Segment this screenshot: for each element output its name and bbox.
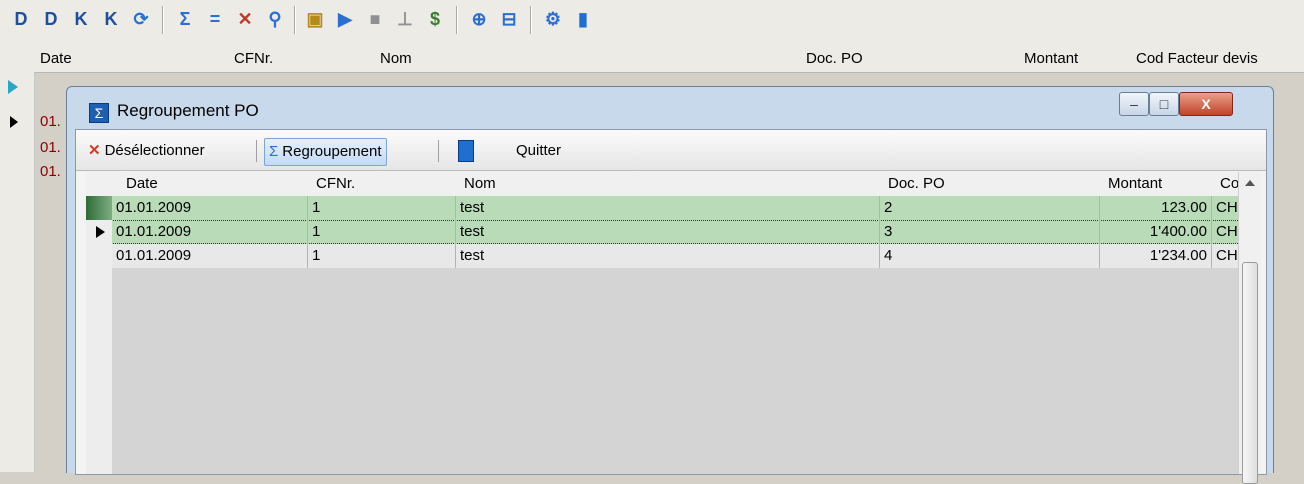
deselect-label: Désélectionner (104, 142, 205, 159)
cell-montant[interactable]: 123.00 (1100, 196, 1212, 220)
back-col-cod[interactable]: Cod Facteur devis (1136, 50, 1258, 67)
main-toolbar: D D K K ⟳ Σ = ✕ ⚲ ▣ ▶ ■ ⊥ $ ⊕ ⊟ ⚙ ▮ (0, 0, 1304, 46)
toolbar-separator (456, 6, 458, 34)
col-nom[interactable]: Nom (464, 175, 496, 192)
quit-button[interactable]: Quitter (516, 138, 561, 164)
col-doc[interactable]: Doc. PO (888, 175, 945, 192)
cell-doc[interactable]: 4 (880, 244, 1100, 268)
document-icon[interactable]: ■ (362, 7, 388, 31)
dialog-title: Regroupement PO (117, 101, 259, 120)
export-icon[interactable]: ▣ (302, 7, 328, 31)
table-row[interactable]: 01.01.2009 1 test 2 123.00 CHF (86, 196, 1248, 220)
exit-icon (458, 140, 474, 162)
regroupement-button[interactable]: Σ Regroupement (264, 138, 387, 166)
table-row[interactable]: 01.01.2009 1 test 3 1'400.00 CHF (86, 220, 1248, 244)
regroupement-dialog: Σ Regroupement PO – □ X ✕ Désélectionner… (66, 86, 1274, 484)
forward-icon[interactable]: ▶ (332, 7, 358, 31)
cell-nom[interactable]: test (456, 244, 880, 268)
refresh-icon[interactable]: ⟳ (128, 7, 154, 31)
filter-d-icon[interactable]: D (8, 7, 34, 31)
back-col-cfnr[interactable]: CFNr. (234, 50, 273, 67)
cell-cfnr[interactable]: 1 (308, 220, 456, 244)
filter-k-icon[interactable]: K (68, 7, 94, 31)
cell-doc[interactable]: 2 (880, 196, 1100, 220)
sum-icon: Σ (89, 103, 109, 123)
lookup-icon[interactable]: ⚲ (262, 7, 288, 31)
current-row-arrow-icon (96, 226, 105, 238)
back-col-date[interactable]: Date (40, 50, 72, 67)
toolbar-separator (256, 140, 257, 162)
sum-icon[interactable]: Σ (172, 7, 198, 31)
back-col-nom[interactable]: Nom (380, 50, 412, 67)
grid-header: Date CFNr. Nom Doc. PO Montant Cod (86, 172, 1248, 197)
back-col-doc[interactable]: Doc. PO (806, 50, 863, 67)
tree-icon[interactable]: ⊥ (392, 7, 418, 31)
quit-label: Quitter (516, 142, 562, 159)
cell-montant[interactable]: 1'234.00 (1100, 244, 1212, 268)
table-row[interactable]: 01.01.2009 1 test 4 1'234.00 CHF (86, 244, 1248, 268)
regroupement-label: Regroupement (282, 143, 382, 160)
scrollbar-thumb[interactable] (1242, 262, 1258, 484)
cell-nom[interactable]: test (456, 196, 880, 220)
regroupement-grid: Date CFNr. Nom Doc. PO Montant Cod 01.01… (86, 172, 1248, 474)
filter-d-alt-icon[interactable]: D (38, 7, 64, 31)
dialog-body: ✕ Désélectionner Σ Regroupement Quitter … (75, 129, 1267, 484)
toolbar-separator (162, 6, 164, 34)
cell-nom[interactable]: test (456, 220, 880, 244)
exit-icon[interactable]: ▮ (570, 7, 596, 31)
search-globe-icon[interactable]: ⊕ (466, 7, 492, 31)
currency-icon[interactable]: $ (422, 7, 448, 31)
cell-date[interactable]: 01.01.2009 (112, 244, 308, 268)
maximize-button[interactable]: □ (1149, 92, 1179, 116)
deselect-button[interactable]: ✕ Désélectionner (88, 138, 205, 164)
scroll-up-arrow-icon[interactable] (1245, 180, 1255, 186)
sum-icon: Σ (269, 143, 279, 160)
current-row-arrow-icon (10, 116, 18, 128)
back-grid-header: Date CFNr. Nom Doc. PO Montant Cod Facte… (0, 46, 1304, 73)
cross-icon[interactable]: ✕ (232, 7, 258, 31)
dialog-toolbar: ✕ Désélectionner Σ Regroupement Quitter (76, 130, 1266, 171)
dialog-titlebar[interactable]: Σ Regroupement PO – □ X (67, 87, 1273, 129)
toolbar-separator (530, 6, 532, 34)
col-montant[interactable]: Montant (1108, 175, 1162, 192)
cell-cfnr[interactable]: 1 (308, 244, 456, 268)
toolbar-separator (294, 6, 296, 34)
cross-icon: ✕ (88, 142, 101, 159)
quit-button-icon-area[interactable] (458, 138, 478, 164)
col-date[interactable]: Date (126, 175, 158, 192)
cell-cfnr[interactable]: 1 (308, 196, 456, 220)
cell-date[interactable]: 01.01.2009 (112, 196, 308, 220)
vertical-scrollbar[interactable] (1238, 172, 1261, 484)
toolbar-separator (438, 140, 439, 162)
row-selector[interactable] (86, 196, 112, 220)
filter-k-alt-icon[interactable]: K (98, 7, 124, 31)
minimize-button[interactable]: – (1119, 92, 1149, 116)
cell-date[interactable]: 01.01.2009 (112, 220, 308, 244)
row-selector[interactable] (86, 220, 112, 244)
back-row-header (0, 72, 35, 472)
back-col-montant[interactable]: Montant (1024, 50, 1078, 67)
cell-doc[interactable]: 3 (880, 220, 1100, 244)
settings-icon[interactable]: ⚙ (540, 7, 566, 31)
cell-montant[interactable]: 1'400.00 (1100, 220, 1212, 244)
new-row-arrow-icon (8, 80, 18, 94)
search-page-icon[interactable]: ⊟ (496, 7, 522, 31)
equals-icon[interactable]: = (202, 7, 228, 31)
close-button[interactable]: X (1179, 92, 1233, 116)
col-cfnr[interactable]: CFNr. (316, 175, 355, 192)
row-selector[interactable] (86, 244, 112, 268)
